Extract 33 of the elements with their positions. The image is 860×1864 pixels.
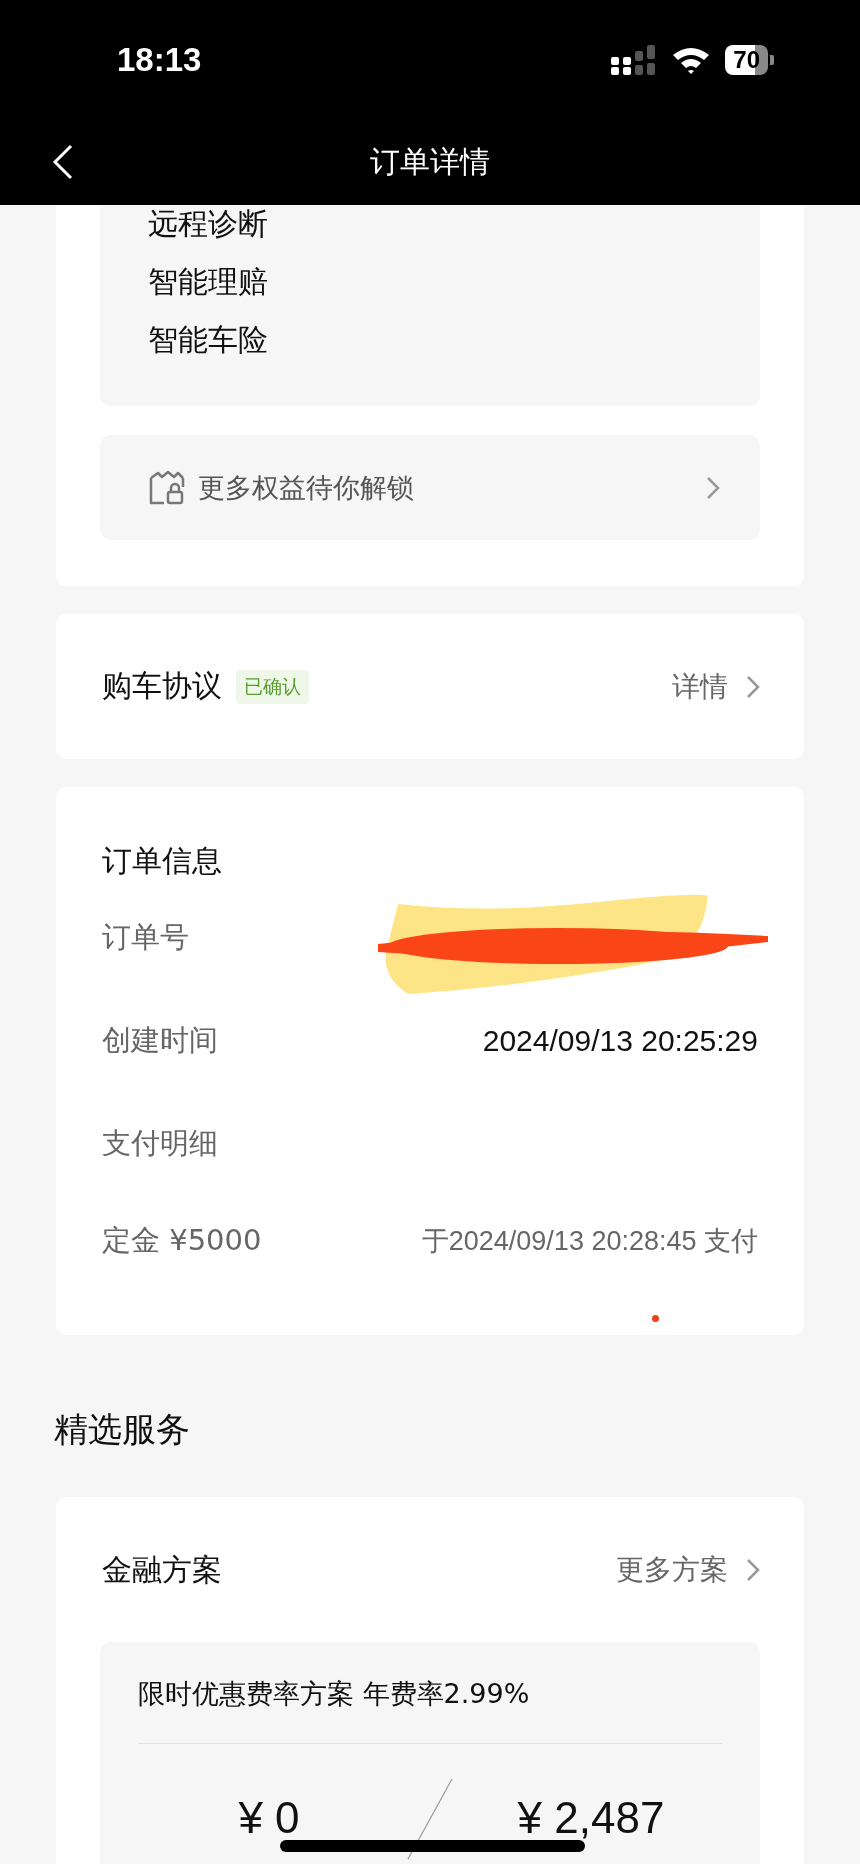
plan-panel[interactable]: 限时优惠费率方案 年费率2.99% ¥ 0 ¥ 2,487: [100, 1642, 760, 1864]
field-value: 2024/09/13 20:25:29: [482, 1023, 758, 1058]
amount-value: ¥ 2,487: [516, 1793, 666, 1844]
dot-mark: [652, 1315, 659, 1322]
agreement-card[interactable]: 购车协议 已确认 详情: [56, 614, 804, 759]
lock-bag-icon: [148, 469, 186, 506]
details-link[interactable]: 详情: [672, 667, 728, 706]
unlock-benefits-row[interactable]: 更多权益待你解锁: [100, 435, 760, 540]
field-label: 定金 ¥5000: [102, 1222, 262, 1259]
confirmed-badge: 已确认: [236, 669, 309, 704]
unlock-benefits-text: 更多权益待你解锁: [198, 470, 415, 505]
agreement-title: 购车协议: [102, 667, 222, 705]
signal-icon: [611, 45, 658, 75]
benefit-item: 智能车险: [148, 321, 269, 359]
chevron-icon: [746, 674, 760, 699]
status-time: 18:13: [117, 41, 202, 79]
finance-title: 金融方案: [102, 1550, 222, 1589]
amount-value: ¥ 0: [237, 1793, 301, 1844]
payment-detail: 于2024/09/13 20:28:45 支付: [421, 1225, 758, 1258]
field-label: 订单号: [102, 918, 189, 956]
more-plans-link[interactable]: 更多方案: [616, 1551, 728, 1589]
chevron-icon: [746, 1558, 760, 1582]
chevron-icon: [706, 475, 720, 500]
field-label: 支付明细: [102, 1124, 218, 1162]
benefit-item: 远程诊断: [148, 205, 269, 243]
benefit-item: 智能理赔: [148, 263, 269, 301]
page-title: 订单详情: [370, 143, 490, 181]
plan-title: 限时优惠费率方案 年费率2.99%: [138, 1677, 531, 1711]
back-icon[interactable]: [52, 144, 74, 180]
field-label: 创建时间: [102, 1021, 218, 1059]
order-info-title: 订单信息: [102, 842, 223, 880]
section-title: 精选服务: [54, 1408, 191, 1451]
wifi-icon: [671, 45, 712, 75]
